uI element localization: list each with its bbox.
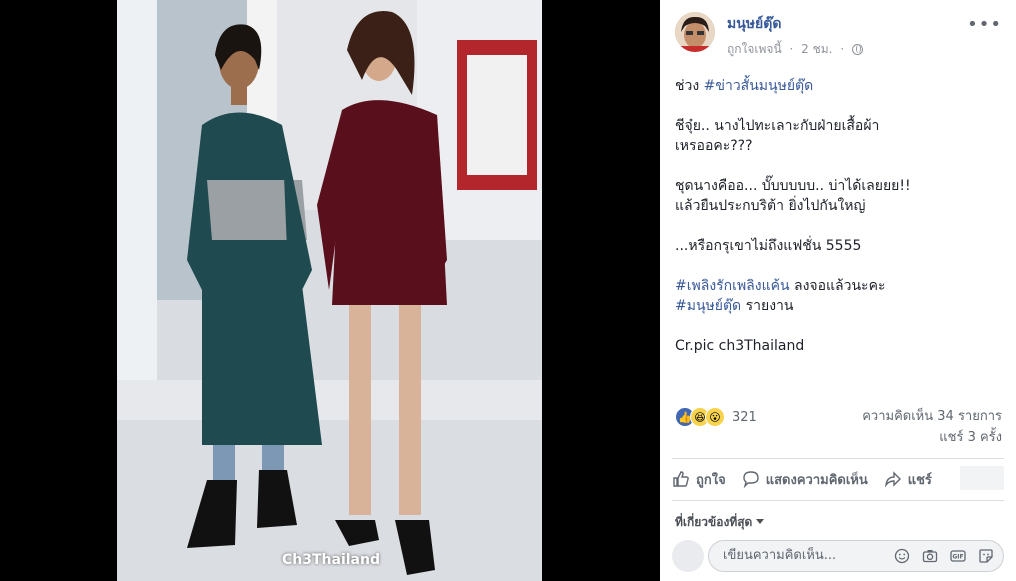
post-time[interactable]: 2 ชม. [801,42,832,56]
sticker-icon[interactable] [977,547,995,565]
post-text: ชุดนางคืออ... บั๊บบบบบ.. บ่าได้เลยยย!! [675,178,911,194]
meta-separator-2: · [840,42,845,56]
post-text: ลงจอแล้วนะคะ [789,278,886,294]
meta-separator: · [789,42,794,56]
reaction-count: 321 [732,409,757,425]
post-text: ช่วง [675,78,704,94]
post-actions: ถูกใจ แสดงความคิดเห็น แชร์ [672,464,948,494]
comment-sort-label: ที่เกี่ยวข้องที่สุด [675,515,753,529]
post-paragraph: ชีจุ๋ย.. นางไปทะเลาะกับฝ่ายเสื้อผ้าเหรออ… [675,116,1005,156]
avatar-image [675,12,715,52]
like-button-label: ถูกใจ [696,472,726,488]
share-arrow-icon [884,471,901,488]
post-stats: ความคิดเห็น 34 รายการ แชร์ 3 ครั้ง [862,406,1002,448]
gif-icon[interactable]: GIF [949,547,967,565]
post-text: แล้วยืนประกบริต้า ยิ่งไปกันใหญ่ [675,198,866,214]
comment-icon [743,471,759,488]
post-paragraph: ช่วง #ข่าวสั้นมนุษย์ตุ๊ด [675,76,1005,96]
post-text: เหรออคะ??? [675,138,753,154]
comment-box[interactable]: GIF [708,540,1004,572]
author-avatar[interactable] [675,12,715,52]
share-button-label: แชร์ [907,472,932,488]
post-panel: มนุษย์ตุ๊ด ถูกใจเพจนี้ · 2 ชม. · ••• ช่ว… [660,0,1016,581]
thumbs-up-icon [673,471,689,487]
post-text: รายงาน [741,298,794,314]
comments-count-link[interactable]: ความคิดเห็น 34 รายการ [862,406,1002,427]
post-meta: ถูกใจเพจนี้ · 2 ชม. · [727,40,867,59]
hashtag-link[interactable]: #เพลิงรักเพลิงแค้น [675,278,790,294]
photo-watermark: Ch3Thailand [282,552,380,568]
photo-illustration [117,0,542,581]
divider [672,458,1004,459]
comment-composer: GIF [660,536,1016,581]
wow-reaction-icon: 😮 [705,407,725,427]
shares-count-link[interactable]: แชร์ 3 ครั้ง [862,427,1002,448]
photo-viewer: Ch3Thailand [0,0,660,581]
comment-tools: GIF [883,547,995,565]
post-paragraph: Cr.pic ch3Thailand [675,336,1005,356]
hashtag-link[interactable]: #ข่าวสั้นมนุษย์ตุ๊ด [704,78,814,94]
author-name[interactable]: มนุษย์ตุ๊ด [727,13,781,35]
post-body: ช่วง #ข่าวสั้นมนุษย์ตุ๊ดชีจุ๋ย.. นางไปทะ… [675,76,1005,376]
post-text: ชีจุ๋ย.. นางไปทะเลาะกับฝ่ายเสื้อผ้า [675,118,880,134]
more-dots-icon[interactable]: ••• [967,14,1002,35]
divider [672,500,1004,501]
reactions-summary[interactable]: 👍 😆 😮 321 [675,406,757,428]
post-paragraph: ชุดนางคืออ... บั๊บบบบบ.. บ่าได้เลยยย!! แล… [675,176,1005,216]
emoji-icon[interactable] [893,547,911,565]
comment-button-label: แสดงความคิดเห็น [765,472,868,488]
caret-down-icon [756,519,765,524]
post-photo[interactable]: Ch3Thailand [117,0,542,581]
share-button[interactable]: แชร์ [884,469,932,490]
globe-icon[interactable] [851,44,863,55]
liked-page-link[interactable]: ถูกใจเพจนี้ [727,42,782,56]
svg-text:GIF: GIF [952,554,963,561]
page-selector[interactable] [960,466,1004,490]
viewer-avatar [672,540,704,572]
hashtag-link[interactable]: #มนุษย์ตุ๊ด [675,298,741,314]
like-button[interactable]: ถูกใจ [672,469,726,490]
post-text: ...หรือกรุเขาไม่ถึงแฟชั่น 5555 [675,238,862,254]
post-paragraph: ...หรือกรุเขาไม่ถึงแฟชั่น 5555 [675,236,1005,256]
comment-button[interactable]: แสดงความคิดเห็น [742,469,868,490]
camera-icon[interactable] [921,547,939,565]
post-paragraph: #เพลิงรักเพลิงแค้น ลงจอแล้วนะคะ #มนุษย์ตุ… [675,276,1005,316]
comment-input[interactable] [721,547,875,564]
post-text: Cr.pic ch3Thailand [675,338,805,354]
comment-sort-dropdown[interactable]: ที่เกี่ยวข้องที่สุด [675,513,765,532]
